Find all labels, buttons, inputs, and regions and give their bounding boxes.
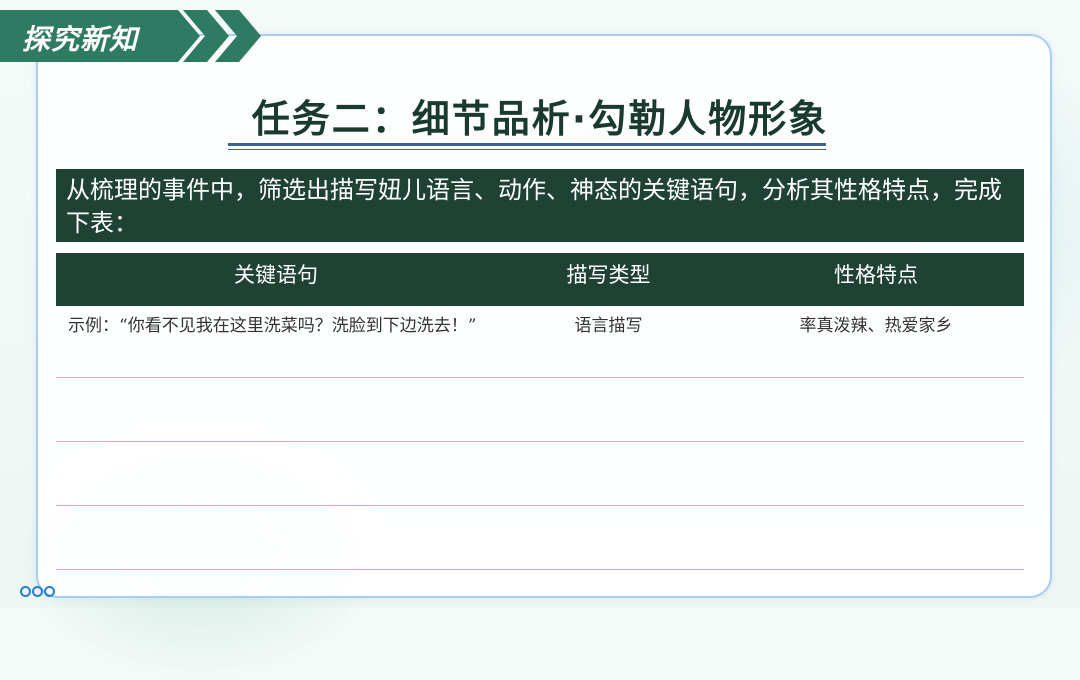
- dot-icon: [32, 586, 43, 597]
- table-row[interactable]: [56, 442, 1024, 506]
- cell-trait: 率真泼辣、热爱家乡: [799, 316, 953, 336]
- header-character-trait: 性格特点: [834, 263, 918, 287]
- task-instruction: 从梳理的事件中，筛选出描写妞儿语言、动作、神态的关键语句，分析其性格特点，完成下…: [56, 169, 1024, 242]
- table-row[interactable]: [56, 506, 1024, 570]
- header-key-sentence: 关键语句: [234, 263, 318, 287]
- table-header: 关键语句 描写类型 性格特点: [56, 253, 1024, 306]
- decorative-dots: [20, 582, 56, 601]
- section-tag: 探究新知: [0, 10, 261, 62]
- cell-type: 语言描写: [574, 316, 643, 336]
- dot-icon: [44, 586, 55, 597]
- title-underline: [228, 143, 826, 146]
- cell-sentence: 示例：“你看不见我在这里洗菜吗？洗脸到下边洗去！”: [68, 316, 477, 336]
- table-row[interactable]: [56, 378, 1024, 442]
- header-description-type: 描写类型: [566, 263, 651, 287]
- section-tag-label: 探究新知: [22, 23, 139, 56]
- dot-icon: [20, 586, 31, 597]
- page-title: 任务二：细节品析·勾勒人物形象: [251, 97, 829, 141]
- title-underline: [228, 149, 826, 150]
- table-row: 示例：“你看不见我在这里洗菜吗？洗脸到下边洗去！” 语言描写 率真泼辣、热爱家乡: [56, 306, 1024, 378]
